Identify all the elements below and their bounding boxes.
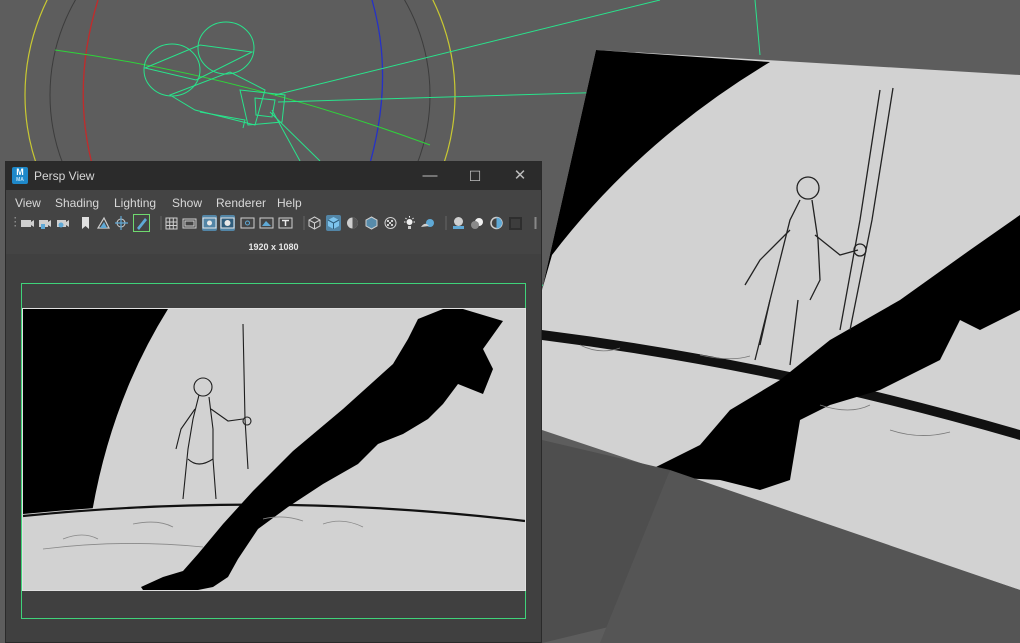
anti-aliasing-icon[interactable] (489, 215, 504, 231)
toolbar-separator-3 (439, 215, 447, 231)
wireframe-icon[interactable] (307, 215, 322, 231)
menu-lighting[interactable]: Lighting (114, 196, 156, 210)
bookmarks-icon[interactable] (56, 215, 71, 231)
close-button[interactable]: ✕ (509, 166, 531, 186)
toolbar-grip[interactable] (8, 215, 16, 231)
menu-shading[interactable]: Shading (55, 196, 99, 210)
toolbar-scroll-handle[interactable] (528, 215, 537, 231)
window-titlebar[interactable]: M MA Persp View — ☐ ✕ (6, 162, 541, 190)
motion-blur-icon[interactable] (470, 215, 485, 231)
render-frame[interactable] (22, 308, 526, 591)
smooth-shade-icon[interactable] (326, 215, 341, 231)
menu-renderer[interactable]: Renderer (216, 196, 266, 210)
grid-icon[interactable] (164, 215, 179, 231)
rotate-gizmo-x-axis[interactable] (82, 0, 99, 176)
safe-action-icon[interactable] (259, 215, 274, 231)
film-gate-icon[interactable] (182, 215, 197, 231)
viewport-toolbar (6, 213, 541, 235)
two-d-pan-zoom-icon[interactable] (96, 215, 111, 231)
field-chart-icon[interactable] (240, 215, 255, 231)
persp-view-window[interactable]: M MA Persp View — ☐ ✕ View Shading Light… (5, 161, 542, 643)
grease-pencil-icon[interactable] (114, 215, 129, 231)
image-plane-icon[interactable] (78, 215, 93, 231)
depth-of-field-icon[interactable] (508, 215, 523, 231)
camera-wireframe[interactable] (143, 21, 286, 129)
toolbar-separator-2 (297, 215, 305, 231)
minimize-button[interactable]: — (419, 166, 441, 186)
menu-bar: View Shading Lighting Show Renderer Help (6, 192, 541, 212)
maximize-button[interactable]: ☐ (464, 166, 486, 186)
default-material-icon[interactable] (345, 215, 360, 231)
window-title: Persp View (34, 169, 95, 183)
app-badge-text: M (16, 167, 24, 177)
menu-show[interactable]: Show (172, 196, 202, 210)
menu-view[interactable]: View (15, 196, 41, 210)
resolution-label: 1920 x 1080 (248, 242, 299, 252)
camera-viewport[interactable] (6, 254, 541, 642)
rotate-gizmo-y-axis[interactable] (54, 49, 431, 146)
select-camera-icon[interactable] (20, 215, 35, 231)
menu-help[interactable]: Help (277, 196, 302, 210)
gate-mask-icon[interactable] (220, 215, 235, 231)
maya-app-icon: M MA (12, 167, 28, 184)
lighting-icon[interactable] (402, 215, 417, 231)
resolution-gate-icon[interactable] (202, 215, 217, 231)
textured-icon[interactable] (383, 215, 398, 231)
shadows-icon[interactable] (420, 215, 435, 231)
rotate-gizmo-z-axis[interactable] (367, 0, 384, 171)
pencil-tool-icon[interactable] (133, 214, 150, 232)
camera-attributes-icon[interactable] (38, 215, 53, 231)
toolbar-separator (154, 215, 162, 231)
app-badge-subtext: MA (16, 177, 24, 183)
xray-icon[interactable] (364, 215, 379, 231)
screen-space-ao-icon[interactable] (451, 215, 466, 231)
safe-title-icon[interactable] (278, 215, 293, 231)
